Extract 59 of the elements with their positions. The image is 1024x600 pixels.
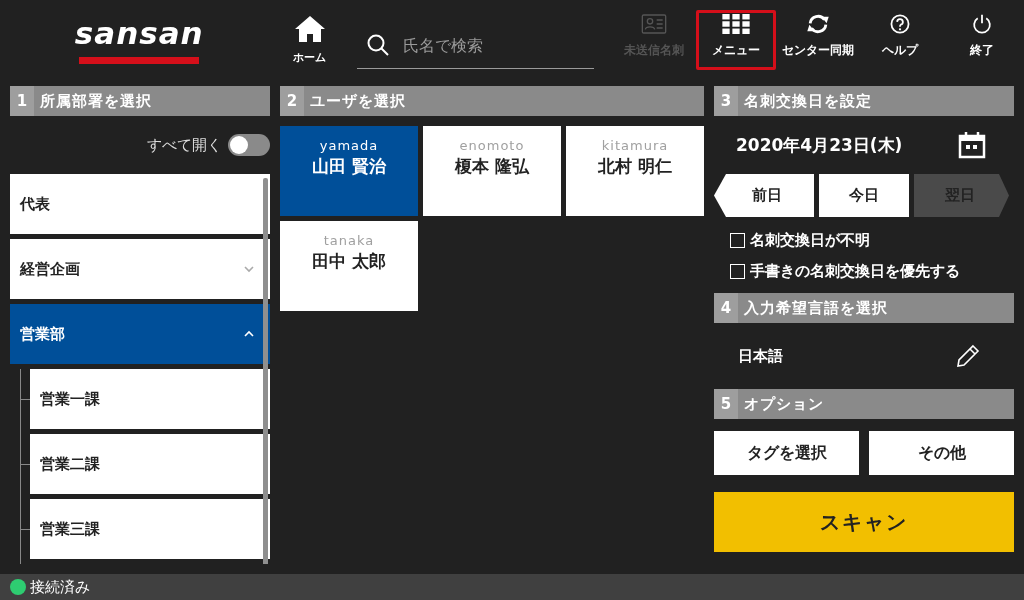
section-title: 名刺交換日を設定	[743, 91, 872, 111]
home-button[interactable]: ホーム	[278, 0, 342, 66]
toolbar-button[interactable]: センター同期	[778, 10, 858, 70]
grid-icon	[721, 14, 751, 34]
checkbox[interactable]: 名刺交換日が不明	[730, 231, 1014, 250]
status-text: 接続済み	[30, 577, 90, 597]
department-item[interactable]: 経営企画	[10, 239, 270, 299]
checkbox-label: 名刺交換日が不明	[750, 231, 870, 250]
step-number: 3	[714, 86, 738, 116]
chevron-down-icon	[244, 264, 254, 274]
date-button[interactable]: 今日	[819, 174, 909, 217]
toolbar-button[interactable]: ヘルプ	[860, 10, 940, 70]
toggle-label: すべて開く	[147, 135, 222, 155]
search-icon	[367, 34, 390, 56]
user-id: kitamura	[601, 138, 669, 153]
user-tile[interactable]: kitamura 北村 明仁	[566, 126, 704, 216]
checkbox-box[interactable]	[730, 264, 745, 279]
step-number: 5	[714, 389, 738, 419]
user-id: enomoto	[459, 138, 525, 153]
section-title: 所属部署を選択	[39, 91, 152, 111]
toolbar-button[interactable]: メニュー	[696, 10, 776, 70]
date-text: 2020年4月23日(木)	[736, 133, 903, 157]
department-item[interactable]: 代表	[10, 174, 270, 234]
section-title: オプション	[743, 394, 824, 414]
scan-button[interactable]: スキャン	[714, 492, 1014, 552]
section-title: 入力希望言語を選択	[743, 298, 888, 318]
sub-department-item[interactable]: 営業一課	[30, 369, 270, 429]
option-button[interactable]: その他	[869, 431, 1014, 475]
toolbar-button[interactable]: 終了	[942, 10, 1022, 70]
checkbox-label: 手書きの名刺交換日を優先する	[750, 262, 960, 281]
pencil-icon[interactable]	[956, 344, 980, 368]
chevron-up-icon	[244, 329, 254, 339]
toggle-switch[interactable]	[228, 134, 270, 156]
step-number: 4	[714, 293, 738, 323]
user-name: 田中 太郎	[312, 250, 386, 273]
user-tile[interactable]: tanaka 田中 太郎	[280, 221, 418, 311]
search-field[interactable]: 氏名で検索	[401, 34, 586, 56]
user-tile[interactable]: yamada 山田 賢治	[280, 126, 418, 216]
language-value: 日本語	[738, 346, 783, 366]
sub-department-item[interactable]: 営業二課	[30, 434, 270, 494]
step-number: 1	[10, 86, 34, 116]
checkbox[interactable]: 手書きの名刺交換日を優先する	[730, 262, 1014, 281]
user-tile[interactable]: enomoto 榎本 隆弘	[423, 126, 561, 216]
logo: sansan	[74, 14, 204, 52]
home-icon	[294, 16, 325, 42]
user-id: yamada	[319, 138, 379, 153]
section-title: ユーザを選択	[309, 91, 406, 111]
user-name: 山田 賢治	[312, 155, 386, 178]
user-name: 北村 明仁	[598, 155, 672, 178]
calendar-icon[interactable]	[958, 131, 986, 159]
sub-department-item[interactable]: 営業三課	[30, 499, 270, 559]
step-number: 2	[280, 86, 304, 116]
date-button[interactable]: 前日	[714, 174, 814, 217]
option-button[interactable]: タグを選択	[714, 431, 859, 475]
scrollbar[interactable]	[263, 178, 268, 564]
user-name: 榎本 隆弘	[455, 155, 529, 178]
user-id: tanaka	[323, 233, 375, 248]
department-item[interactable]: 営業部	[10, 304, 270, 364]
checkbox-box[interactable]	[730, 233, 745, 248]
